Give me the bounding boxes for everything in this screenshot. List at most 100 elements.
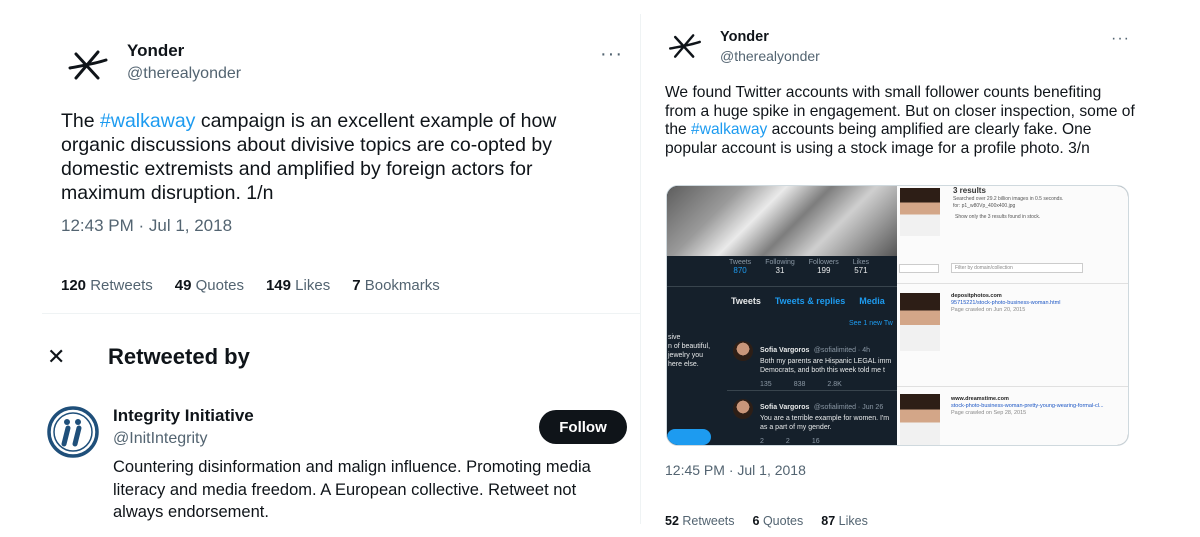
author-handle[interactable]: @therealyonder bbox=[127, 65, 241, 83]
stock-photo-thumbnail bbox=[900, 188, 940, 236]
profile-stat-following: Following 31 bbox=[765, 259, 795, 275]
result-thumbnail bbox=[900, 394, 940, 445]
bookmarks-stat[interactable]: 7 Bookmarks bbox=[352, 277, 440, 294]
quotes-label: Quotes bbox=[762, 514, 804, 528]
quotes-stat[interactable]: 49 Quotes bbox=[175, 277, 244, 294]
divider bbox=[897, 386, 1128, 387]
tweet-text: The #walkaway campaign is an excellent e… bbox=[61, 109, 581, 205]
like-count: 2.8K bbox=[827, 381, 842, 388]
retweet-count: 838 bbox=[793, 381, 806, 388]
profile-stat-label: Followers bbox=[808, 259, 839, 266]
follow-button[interactable]: Follow bbox=[539, 410, 627, 444]
twitter-profile-screenshot: Tweets 870 Following 31 Followers 199 Li… bbox=[667, 186, 897, 445]
profile-stat-likes: Likes 571 bbox=[853, 259, 869, 275]
mini-tweet-name: Sofia Vargoros bbox=[760, 404, 810, 411]
author-name[interactable]: Yonder bbox=[720, 29, 769, 45]
profile-stat-followers: Followers 199 bbox=[809, 259, 839, 275]
profile-stat-label: Following bbox=[765, 259, 795, 266]
retweeter-handle[interactable]: @InitIntegrity bbox=[113, 430, 208, 448]
tweet-media-image[interactable]: Tweets 870 Following 31 Followers 199 Li… bbox=[666, 185, 1129, 446]
profile-stat-value: 571 bbox=[854, 266, 868, 275]
result-site: depositphotos.com bbox=[951, 293, 1002, 299]
likes-stat[interactable]: 87 Likes bbox=[821, 514, 868, 528]
bookmarks-count: 7 bbox=[352, 277, 361, 294]
profile-stat-tweets: Tweets 870 bbox=[729, 259, 751, 275]
quotes-stat[interactable]: 6 Quotes bbox=[753, 514, 804, 528]
retweets-label: Retweets bbox=[90, 277, 153, 294]
profile-stat-value: 199 bbox=[817, 266, 831, 275]
retweeter-bio: Countering disinformation and malign inf… bbox=[113, 458, 591, 521]
quotes-count: 6 bbox=[752, 514, 760, 528]
tweet-stats: 52 Retweets 6 Quotes 87 Likes bbox=[665, 514, 868, 528]
tab-media: Media bbox=[859, 296, 885, 306]
filter-input: Filter by domain/collection bbox=[951, 263, 1083, 273]
yonder-logo-icon[interactable] bbox=[667, 32, 703, 60]
retweets-count: 120 bbox=[61, 277, 87, 294]
profile-stat-value: 870 bbox=[733, 266, 747, 275]
results-info-line: Searched over 29.2 billion images in 0.5… bbox=[953, 196, 1064, 202]
hashtag-link[interactable]: #walkaway bbox=[100, 110, 195, 132]
profile-stat-label: Likes bbox=[852, 259, 870, 266]
see-new-tweets: See 1 new Tw bbox=[849, 320, 893, 327]
mini-tweet-handle: @sofialimited · 4h bbox=[813, 347, 870, 354]
yonder-logo-icon[interactable] bbox=[66, 48, 110, 82]
profile-stats: Tweets 870 Following 31 Followers 199 Li… bbox=[729, 259, 869, 275]
tweet-text-start: The bbox=[61, 110, 101, 132]
retweets-stat[interactable]: 52 Retweets bbox=[665, 514, 735, 528]
mini-tweet-actions: 135 838 2.8K bbox=[760, 381, 897, 388]
hashtag-link[interactable]: #walkaway bbox=[691, 121, 767, 138]
column-divider bbox=[640, 14, 641, 524]
mini-tweet-text: Both my parents are Hispanic LEGAL imm D… bbox=[760, 358, 892, 374]
divider bbox=[727, 390, 897, 391]
tweet-stats: 120 Retweets 49 Quotes 149 Likes 7 Bookm… bbox=[61, 277, 440, 294]
quotes-label: Quotes bbox=[195, 277, 244, 294]
profile-stat-value: 31 bbox=[775, 266, 785, 275]
bookmarks-label: Bookmarks bbox=[364, 277, 440, 294]
likes-count: 149 bbox=[265, 277, 291, 294]
mini-tweet-actions: 2 2 16 bbox=[760, 438, 897, 445]
profile-tabs: Tweets Tweets & replies Media bbox=[731, 296, 885, 306]
results-heading: 3 results bbox=[953, 186, 986, 195]
result-url: 95715221/stock-photo-business-woman.html bbox=[951, 300, 1061, 306]
ii-logo-icon bbox=[47, 406, 99, 458]
integrity-initiative-avatar[interactable] bbox=[47, 406, 99, 463]
mini-tweet-1: Sofia Vargoros @sofialimited · 4h Both m… bbox=[760, 339, 897, 388]
quotes-count: 49 bbox=[174, 277, 192, 294]
tweet-timestamp[interactable]: 12:45 PM · Jul 1, 2018 bbox=[665, 462, 806, 478]
retweet-count: 2 bbox=[785, 438, 790, 445]
results-file-line: for: p1_w80Vp_400x400.jpg bbox=[953, 203, 1016, 209]
divider bbox=[897, 283, 1128, 284]
sort-dropdown bbox=[899, 264, 939, 273]
result-thumbnail bbox=[900, 293, 940, 351]
bio-snippet: sive n of beautiful, jewelry you here el… bbox=[668, 334, 711, 368]
result-item: depositphotos.com 95715221/stock-photo-b… bbox=[951, 293, 1127, 314]
reverse-image-search-screenshot: 3 results Searched over 29.2 billion ima… bbox=[897, 186, 1128, 445]
retweets-count: 52 bbox=[665, 514, 679, 528]
tweet-text: We found Twitter accounts with small fol… bbox=[665, 84, 1135, 158]
mini-tweet-2: Sofia Vargoros @sofialimited · Jun 26 Yo… bbox=[760, 396, 897, 445]
results-info: Searched over 29.2 billion images in 0.5… bbox=[953, 196, 1128, 210]
reply-count: 2 bbox=[760, 438, 764, 445]
profile-banner bbox=[667, 186, 897, 256]
likes-label: Likes bbox=[838, 514, 868, 528]
likes-stat[interactable]: 149 Likes bbox=[266, 277, 330, 294]
more-options-icon[interactable]: ··· bbox=[600, 44, 623, 64]
mini-tweet-text: You are a terrible example for women. I'… bbox=[760, 415, 890, 431]
result-site: www.dreamstime.com bbox=[951, 396, 1009, 402]
profile-avatar bbox=[733, 341, 753, 361]
close-icon[interactable]: ✕ bbox=[47, 344, 65, 370]
retweeter-name[interactable]: Integrity Initiative bbox=[113, 406, 254, 426]
result-url: stock-photo-business-woman-pretty-young-… bbox=[951, 403, 1104, 409]
author-handle[interactable]: @therealyonder bbox=[720, 48, 820, 64]
left-tweet: Yonder @therealyonder ··· The #walkaway … bbox=[42, 14, 640, 314]
more-options-icon[interactable]: ··· bbox=[1111, 31, 1130, 47]
tweet-timestamp[interactable]: 12:43 PM · Jul 1, 2018 bbox=[61, 216, 232, 236]
mini-tweet-name: Sofia Vargoros bbox=[760, 347, 810, 354]
stock-filter-note: Show only the 3 results found in stock. bbox=[955, 214, 1041, 220]
author-name[interactable]: Yonder bbox=[127, 41, 184, 61]
tab-tweets: Tweets bbox=[731, 296, 761, 306]
tab-tweets-replies: Tweets & replies bbox=[774, 296, 846, 306]
like-count: 16 bbox=[811, 438, 820, 445]
retweets-stat[interactable]: 120 Retweets bbox=[61, 277, 153, 294]
divider bbox=[667, 286, 897, 287]
